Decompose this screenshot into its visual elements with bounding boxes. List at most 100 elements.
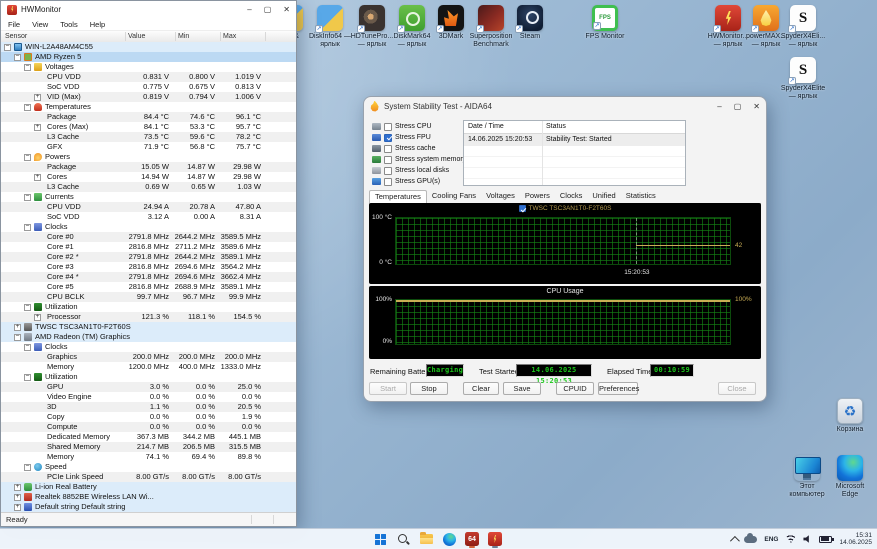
tab-powers[interactable]: Powers — [520, 190, 555, 203]
sensor-row[interactable]: −Voltages — [1, 62, 296, 72]
sensor-row[interactable]: Core #32816.8 MHz2694.6 MHz3564.2 MHz — [1, 262, 296, 272]
sensor-row[interactable]: −Temperatures — [1, 102, 296, 112]
checkbox[interactable] — [384, 145, 392, 153]
checkbox[interactable] — [384, 178, 392, 186]
sensor-row[interactable]: Package84.4 °C74.6 °C96.1 °C — [1, 112, 296, 122]
tab-statistics[interactable]: Statistics — [621, 190, 661, 203]
tab-cooling-fans[interactable]: Cooling Fans — [427, 190, 481, 203]
sensor-row[interactable]: Core #12816.8 MHz2711.2 MHz3589.6 MHz — [1, 242, 296, 252]
sensor-row[interactable]: CPU VDD0.831 V0.800 V1.019 V — [1, 72, 296, 82]
sensor-row[interactable]: −Clocks — [1, 222, 296, 232]
expand-toggle[interactable]: − — [24, 304, 31, 311]
wifi-icon[interactable] — [785, 535, 796, 543]
sensor-row[interactable]: PCIe Link Speed8.00 GT/s8.00 GT/s8.00 GT… — [1, 472, 296, 482]
tab-voltages[interactable]: Voltages — [481, 190, 520, 203]
close-icon[interactable]: ✕ — [753, 102, 760, 111]
hwmonitor-titlebar[interactable]: HWMonitor – ▢ ✕ — [1, 1, 296, 18]
menu-tools[interactable]: Tools — [60, 20, 78, 29]
sensor-row[interactable]: +Cores (Max)84.1 °C53.3 °C95.7 °C — [1, 122, 296, 132]
sensor-row[interactable]: GFX71.9 °C56.8 °C75.7 °C — [1, 142, 296, 152]
menu-view[interactable]: View — [32, 20, 48, 29]
microsoft-edge[interactable]: MicrosoftEdge — [821, 455, 877, 499]
expand-toggle[interactable]: − — [24, 194, 31, 201]
column-max[interactable]: Max — [223, 33, 236, 40]
language-indicator[interactable]: ENG — [764, 536, 778, 543]
stress-option-cpu[interactable]: Stress CPU — [372, 121, 468, 132]
preferences-button[interactable]: Preferences — [598, 382, 638, 395]
battery-icon[interactable] — [819, 536, 832, 543]
expand-toggle[interactable]: − — [24, 344, 31, 351]
sensor-row[interactable]: CPU BCLK99.7 MHz96.7 MHz99.9 MHz — [1, 292, 296, 302]
expand-toggle[interactable]: − — [24, 64, 31, 71]
sensor-row[interactable]: −Utilization — [1, 372, 296, 382]
edge-button[interactable] — [441, 531, 457, 547]
sensor-row[interactable]: −AMD Radeon (TM) Graphics — [1, 332, 296, 342]
expand-toggle[interactable]: + — [34, 314, 41, 321]
sensor-row[interactable]: Core #2 *2791.8 MHz2644.2 MHz3589.1 MHz — [1, 252, 296, 262]
stop-button[interactable]: Stop — [410, 382, 448, 395]
tab-unified[interactable]: Unified — [587, 190, 620, 203]
clock[interactable]: 15:31 14.06.2025 — [839, 532, 872, 547]
checkbox[interactable] — [384, 156, 392, 164]
minimize-icon[interactable]: – — [717, 102, 721, 111]
save-button[interactable]: Save — [503, 382, 541, 395]
expand-toggle[interactable]: + — [34, 174, 41, 181]
expand-toggle[interactable]: − — [24, 154, 31, 161]
sensor-row[interactable]: Package15.05 W14.87 W29.98 W — [1, 162, 296, 172]
sensor-row[interactable]: CPU VDD24.94 A20.78 A47.80 A — [1, 202, 296, 212]
sensor-row[interactable]: −Powers — [1, 152, 296, 162]
expand-toggle[interactable]: − — [14, 54, 21, 61]
expand-toggle[interactable]: + — [14, 494, 21, 501]
sensor-row[interactable]: Copy0.0 %0.0 %1.9 % — [1, 412, 296, 422]
checkbox[interactable] — [384, 167, 392, 175]
stress-option-disk[interactable]: Stress local disks — [372, 165, 468, 176]
sensor-row[interactable]: +Default string Default string — [1, 502, 296, 512]
tab-clocks[interactable]: Clocks — [555, 190, 588, 203]
sensor-row[interactable]: +TWSC TSC3AN1T0-F2T60S — [1, 322, 296, 332]
sensor-row[interactable]: L3 Cache0.69 W0.65 W1.03 W — [1, 182, 296, 192]
tray-chevron-icon[interactable] — [730, 535, 740, 545]
sensor-row[interactable]: Core #02791.8 MHz2644.2 MHz3589.5 MHz — [1, 232, 296, 242]
expand-toggle[interactable]: + — [14, 324, 21, 331]
sensor-row[interactable]: −Currents — [1, 192, 296, 202]
sensor-row[interactable]: Shared Memory214.7 MB206.5 MB315.5 MB — [1, 442, 296, 452]
recycle-bin[interactable]: ♻Корзина — [821, 398, 877, 434]
expand-toggle[interactable]: + — [14, 484, 21, 491]
maximize-icon[interactable]: ▢ — [734, 102, 742, 111]
clear-button[interactable]: Clear — [463, 382, 499, 395]
hwmonitor-taskbar-button[interactable] — [487, 531, 503, 547]
speaker-icon[interactable] — [803, 535, 812, 544]
sensor-row[interactable]: Compute0.0 %0.0 %0.0 % — [1, 422, 296, 432]
expand-toggle[interactable]: + — [14, 504, 21, 511]
sensor-row[interactable]: Core #52816.8 MHz2688.9 MHz3589.1 MHz — [1, 282, 296, 292]
sensor-row[interactable]: −Clocks — [1, 342, 296, 352]
sensor-row[interactable]: −AMD Ryzen 5 — [1, 52, 296, 62]
menu-file[interactable]: File — [8, 20, 20, 29]
stress-option-gpu[interactable]: Stress GPU(s) — [372, 176, 468, 187]
cpuid-button[interactable]: CPUID — [556, 382, 594, 395]
stress-option-fpu[interactable]: Stress FPU — [372, 132, 468, 143]
expand-toggle[interactable]: + — [34, 124, 41, 131]
resize-grip[interactable] — [273, 515, 296, 524]
sensor-row[interactable]: −Utilization — [1, 302, 296, 312]
aida64-titlebar[interactable]: System Stability Test - AIDA64 – ▢ ✕ — [364, 97, 766, 115]
sensor-row[interactable]: Graphics200.0 MHz200.0 MHz200.0 MHz — [1, 352, 296, 362]
sensor-row[interactable]: +Realtek 8852BE Wireless LAN Wi... — [1, 492, 296, 502]
sensor-row[interactable]: +Cores14.94 W14.87 W29.98 W — [1, 172, 296, 182]
search-button[interactable] — [395, 531, 411, 547]
sensor-row[interactable]: SoC VDD0.775 V0.675 V0.813 V — [1, 82, 296, 92]
log-row[interactable]: 14.06.2025 15:20:53 Stability Test: Star… — [464, 134, 685, 146]
spyderx4elite-shortcut-1[interactable]: S↗SpyderX4Eli...— ярлык — [774, 5, 832, 49]
legend-checkbox[interactable] — [519, 205, 526, 212]
sensor-row[interactable]: +Li-ion Real Battery — [1, 482, 296, 492]
sensor-row[interactable]: Memory74.1 %69.4 %89.8 % — [1, 452, 296, 462]
sensor-row[interactable]: +VID (Max)0.819 V0.794 V1.006 V — [1, 92, 296, 102]
column-sensor[interactable]: Sensor — [5, 33, 27, 40]
expand-toggle[interactable]: − — [14, 334, 21, 341]
sensor-row[interactable]: Dedicated Memory367.3 MB344.2 MB445.1 MB — [1, 432, 296, 442]
expand-toggle[interactable]: − — [24, 464, 31, 471]
menu-help[interactable]: Help — [90, 20, 105, 29]
sensor-row[interactable]: −Speed — [1, 462, 296, 472]
expand-toggle[interactable]: − — [24, 104, 31, 111]
sensor-row[interactable]: +Processor121.3 %118.1 %154.5 % — [1, 312, 296, 322]
